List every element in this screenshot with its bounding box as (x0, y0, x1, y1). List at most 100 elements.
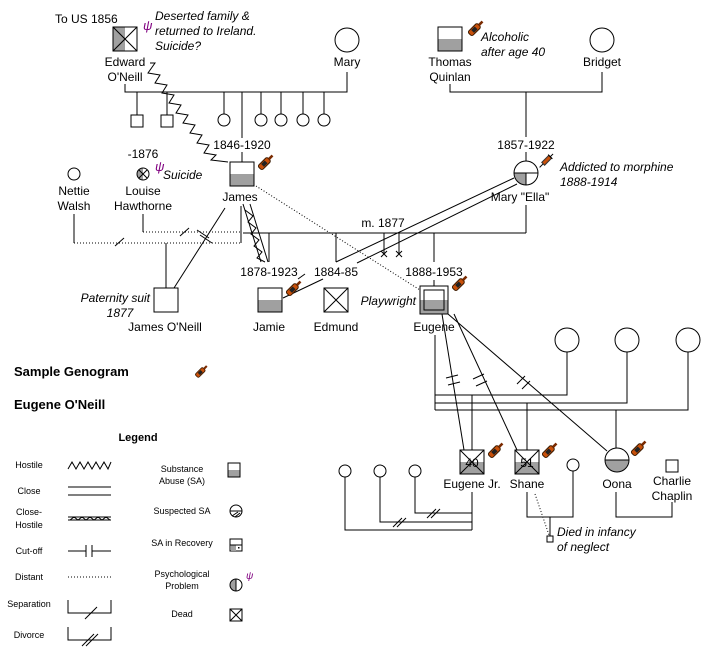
mary-name: Mary (334, 55, 361, 69)
legend-label: Distant (15, 572, 44, 582)
nettie-name: Nettie (58, 184, 90, 198)
sibling-female (317, 113, 331, 127)
jamie-name: Jamie (253, 320, 285, 334)
edward-sa-fill (113, 27, 125, 51)
charlie-square (665, 459, 679, 473)
edward-name: Edward (105, 55, 146, 69)
thomas-name: Thomas (428, 55, 471, 69)
sibling-female (217, 113, 231, 127)
cutoff-lines-eugene-children (441, 313, 608, 452)
eugene-marriages (434, 327, 701, 450)
charlie-name: Charlie (653, 474, 691, 488)
separation-mark (114, 237, 125, 247)
marriage-line (435, 352, 568, 396)
louise-desc: Suicide (163, 168, 203, 182)
edward-desc: Deserted family & (155, 9, 250, 23)
shane-name: Shane (510, 477, 545, 491)
jamesjr-square (153, 287, 179, 313)
legend-label: Problem (165, 581, 199, 591)
spouse-circle (338, 464, 352, 478)
thomas-quinlan: Alcoholic after age 40 Thomas Quinlan (428, 18, 545, 84)
sa-fill (438, 39, 462, 51)
legend-label: Abuse (SA) (159, 476, 205, 486)
infant-desc: Died in infancy (557, 525, 637, 539)
shane-age: 51 (520, 456, 534, 470)
sa-fill (228, 470, 240, 477)
psi-icon: ψ (246, 571, 254, 582)
spouse-circle (566, 458, 580, 472)
eugene-jr: 40 Eugene Jr. (338, 440, 506, 531)
bottle-icon (257, 152, 276, 171)
legend-hostile (67, 460, 112, 471)
ella-dates: 1857-1922 (497, 138, 555, 152)
bridget: Bridget (583, 27, 622, 69)
spouse-circle (373, 464, 387, 478)
edmund-name: Edmund (314, 320, 359, 334)
wife-circle (554, 327, 580, 353)
legend-label: SA in Recovery (151, 538, 213, 548)
louise-dates: -1876 (128, 147, 159, 161)
dead-mark (229, 608, 243, 622)
james-name: James (222, 190, 257, 204)
bottle-icon (541, 440, 560, 459)
bottle-icon (285, 278, 304, 297)
sibling-female (296, 113, 310, 127)
eugene: 1888-1953 Playwright Eugene (361, 233, 470, 334)
eugene-name: Eugene (413, 320, 455, 334)
sibling-male (130, 114, 144, 128)
mary-ella: 1857-1922 Addicted to morphine 1888-1914… (491, 138, 674, 233)
edward-name: O'Neill (108, 70, 143, 84)
jamie-dates: 1878-1923 (240, 265, 298, 279)
sa-fill (258, 300, 282, 312)
legend-label: Divorce (14, 630, 45, 640)
diagram-title: Sample Genogram (14, 364, 129, 379)
genogram: To US 1856 ψ Deserted family & returned … (7, 9, 701, 647)
mary-circle (334, 27, 360, 53)
jamesjr-desc: Paternity suit (81, 291, 151, 305)
bridget-name: Bridget (583, 55, 622, 69)
wife-circle (614, 327, 640, 353)
nettie-circle (67, 167, 81, 181)
jamie: 1878-1923 Jamie (240, 233, 304, 334)
edmund: 1884-85 Edmund (314, 233, 359, 334)
bottle-icon (487, 440, 506, 459)
legend-cutoff (68, 545, 111, 557)
separation-mark (179, 227, 190, 237)
charlie-chaplin: Charlie Chaplin (652, 459, 692, 503)
legend-label: Substance (161, 464, 204, 474)
quinlan-marriage-line (449, 72, 603, 93)
distant-line (534, 493, 550, 536)
cutoff-line-james-jamesjr (173, 207, 226, 289)
legend-label: Separation (7, 599, 51, 609)
edward-oneill: To US 1856 ψ Deserted family & returned … (55, 9, 256, 84)
james-dates: 1846-1920 (213, 138, 271, 152)
jamesjr-name: James O'Neill (128, 320, 202, 334)
edmund-dates: 1884-85 (314, 265, 358, 279)
sa-fill (230, 174, 254, 186)
psych-fill (230, 579, 236, 591)
ella-desc: Addicted to morphine (559, 160, 674, 174)
psych-fill (137, 168, 143, 180)
legend-label: Hostile (15, 520, 43, 530)
eugene-dates: 1888-1953 (405, 265, 463, 279)
legend-label: Cut-off (16, 546, 43, 556)
nettie-name: Walsh (58, 199, 91, 213)
thomas-desc: after age 40 (481, 45, 545, 59)
legend-label: Close (17, 486, 40, 496)
dead-mark (323, 287, 349, 313)
thomas-name: Quinlan (429, 70, 470, 84)
psi-icon: ψ (143, 18, 153, 33)
wife-circle (675, 327, 701, 353)
bridget-circle (589, 27, 615, 53)
bottle-icon (194, 363, 209, 379)
legend-label: Hostile (15, 460, 43, 470)
oona-name: Oona (602, 477, 632, 491)
james-oneill: 1846-1920 James (213, 138, 276, 204)
edward-note: To US 1856 (55, 12, 118, 26)
dot (238, 547, 240, 549)
oneill-siblings (130, 92, 331, 138)
edward-desc: Suicide? (155, 39, 201, 53)
edward-desc: returned to Ireland. (155, 24, 256, 38)
syringe-icon (539, 153, 554, 168)
thomas-desc: Alcoholic (480, 30, 529, 44)
